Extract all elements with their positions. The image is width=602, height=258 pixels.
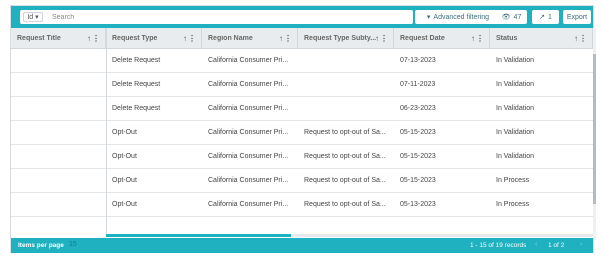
cell-status: In Validation xyxy=(496,57,535,64)
cell-region-name: California Consumer Pri... xyxy=(208,129,289,136)
column-header-label: Region Name xyxy=(208,34,253,42)
requests-grid: Id ▾ ▾ Advanced filtering 👁 47 ↗ 1 Expor… xyxy=(10,5,596,253)
previous-page-icon[interactable]: ‹ xyxy=(535,241,537,248)
visible-columns-count: 47 xyxy=(513,13,522,21)
export-label: Export xyxy=(566,13,588,21)
next-page-icon[interactable]: › xyxy=(580,241,582,248)
cell-request-title xyxy=(11,193,106,216)
cell-request-type: Delete Request xyxy=(112,57,161,64)
pinned-column-divider xyxy=(106,28,107,236)
horizontal-scrollbar[interactable] xyxy=(106,234,593,237)
column-header-request-date[interactable]: Request Date ↑⋮ xyxy=(394,28,490,48)
cell-request-subtype xyxy=(298,73,394,96)
cell-request-subtype: Request to opt-out of Sa... xyxy=(304,177,386,184)
column-header-region-name[interactable]: Region Name ↑⋮ xyxy=(202,28,298,48)
cell-request-title xyxy=(11,49,106,72)
search-bar: Id ▾ xyxy=(20,10,413,24)
pinned-columns-count: 1 xyxy=(547,13,552,21)
export-button[interactable]: Export xyxy=(563,10,591,24)
cell-request-subtype xyxy=(298,97,394,120)
sort-menu-icon[interactable]: ↑⋮ xyxy=(574,34,588,43)
cell-request-subtype: Request to opt-out of Sa... xyxy=(304,201,386,208)
sort-menu-icon[interactable]: ↑⋮ xyxy=(183,34,197,43)
cell-request-date: 07-13-2023 xyxy=(400,57,436,64)
pagination-bar: Items per page 15 1 - 15 of 19 records ‹… xyxy=(11,238,593,253)
page-indicator: 1 of 2 xyxy=(548,242,565,249)
cell-region-name: California Consumer Pri... xyxy=(208,177,289,184)
table-row[interactable]: Opt-Out California Consumer Pri... Reque… xyxy=(11,121,593,145)
sort-menu-icon[interactable]: ↑⋮ xyxy=(471,34,485,43)
cell-request-date: 07-11-2023 xyxy=(400,81,436,88)
cell-region-name: California Consumer Pri... xyxy=(208,57,289,64)
toolbar: Id ▾ ▾ Advanced filtering 👁 47 ↗ 1 Expor… xyxy=(11,6,593,28)
sort-menu-icon[interactable]: ↑⋮ xyxy=(279,34,293,43)
vertical-scrollbar[interactable] xyxy=(593,28,596,238)
cell-request-title xyxy=(11,121,106,144)
cell-status: In Validation xyxy=(496,153,535,160)
table-row[interactable]: Opt-Out California Consumer Pri... Reque… xyxy=(11,193,593,217)
cell-status: In Process xyxy=(496,201,530,208)
cell-request-date: 05-15-2023 xyxy=(400,153,436,160)
chevron-down-icon: ▾ xyxy=(426,14,431,21)
cell-request-subtype xyxy=(298,49,394,72)
pinned-columns-button[interactable]: ↗ 1 xyxy=(532,10,559,24)
cell-region-name: California Consumer Pri... xyxy=(208,153,289,160)
cell-request-type: Opt-Out xyxy=(112,201,137,208)
id-filter-select[interactable]: Id ▾ xyxy=(23,12,43,22)
id-filter-label: Id xyxy=(27,13,34,21)
items-per-page-label: Items per page xyxy=(18,242,64,249)
column-header-request-type[interactable]: Request Type ↑⋮ xyxy=(106,28,202,48)
search-input[interactable] xyxy=(52,11,402,23)
cell-region-name: California Consumer Pri... xyxy=(208,105,289,112)
cell-request-subtype: Request to opt-out of Sa... xyxy=(304,129,386,136)
column-header-label: Status xyxy=(496,34,518,42)
advanced-filtering-button[interactable]: ▾ Advanced filtering xyxy=(415,10,501,24)
cell-request-type: Delete Request xyxy=(112,81,161,88)
items-per-page-select[interactable]: 15 xyxy=(69,241,77,248)
cell-status: In Process xyxy=(496,177,530,184)
cell-status: In Validation xyxy=(496,129,535,136)
sort-menu-icon[interactable]: ↑⋮ xyxy=(375,34,389,43)
table-row[interactable]: Delete Request California Consumer Pri..… xyxy=(11,97,593,121)
table-header: Request Title ↑⋮ Request Type ↑⋮ Region … xyxy=(11,28,593,49)
column-header-status[interactable]: Status ↑⋮ xyxy=(490,28,593,48)
sort-menu-icon[interactable]: ↑⋮ xyxy=(87,34,101,43)
table-row[interactable]: Delete Request California Consumer Pri..… xyxy=(11,73,593,97)
advanced-filtering-label: Advanced filtering xyxy=(433,13,490,21)
table-row[interactable]: Delete Request California Consumer Pri..… xyxy=(11,49,593,73)
cell-status: In Validation xyxy=(496,81,535,88)
horizontal-scrollbar-thumb[interactable] xyxy=(106,234,291,237)
table-row[interactable]: Opt-Out California Consumer Pri... Reque… xyxy=(11,145,593,169)
eye-icon: 👁 xyxy=(501,14,511,21)
cell-request-date: 06-23-2023 xyxy=(400,105,436,112)
cell-request-type: Delete Request xyxy=(112,105,161,112)
chevron-down-icon: ▾ xyxy=(35,14,39,21)
cell-request-subtype: Request to opt-out of Sa... xyxy=(304,153,386,160)
cell-request-title xyxy=(11,169,106,192)
column-header-label: Request Type xyxy=(112,34,158,42)
table-row[interactable]: Opt-Out California Consumer Pri... Reque… xyxy=(11,169,593,193)
cell-request-type: Opt-Out xyxy=(112,177,137,184)
column-header-label: Request Date xyxy=(400,34,445,42)
vertical-scrollbar-thumb[interactable] xyxy=(593,54,596,204)
column-header-request-type-subtype[interactable]: Request Type Subty... ↑⋮ xyxy=(298,28,394,48)
cell-region-name: California Consumer Pri... xyxy=(208,201,289,208)
cell-request-title xyxy=(11,97,106,120)
column-header-label: Request Type Subty... xyxy=(304,34,377,42)
cell-request-title xyxy=(11,145,106,168)
cell-request-date: 05-13-2023 xyxy=(400,201,436,208)
cell-request-date: 05-15-2023 xyxy=(400,177,436,184)
cell-request-type: Opt-Out xyxy=(112,129,137,136)
visible-columns-button[interactable]: 👁 47 xyxy=(496,10,527,24)
column-header-request-title[interactable]: Request Title ↑⋮ xyxy=(11,28,106,48)
cell-request-title xyxy=(11,73,106,96)
cell-request-date: 05-15-2023 xyxy=(400,129,436,136)
cell-status: In Validation xyxy=(496,105,535,112)
cell-request-type: Opt-Out xyxy=(112,153,137,160)
pin-icon: ↗ xyxy=(539,14,545,21)
record-range: 1 - 15 of 19 records xyxy=(470,242,527,249)
cell-region-name: California Consumer Pri... xyxy=(208,81,289,88)
column-header-label: Request Title xyxy=(17,34,61,42)
